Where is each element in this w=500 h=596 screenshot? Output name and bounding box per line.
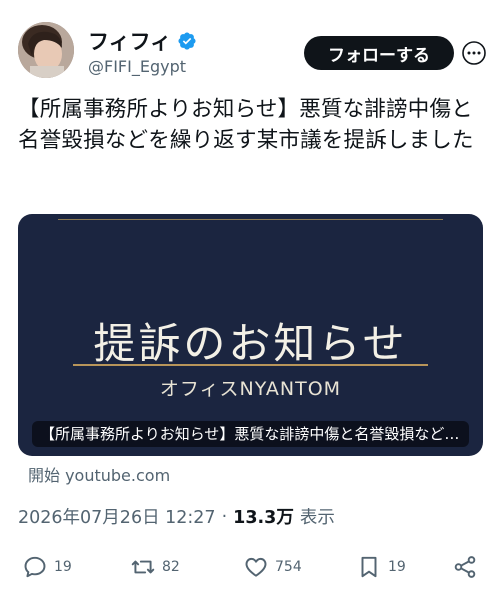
verified-badge-icon <box>178 32 196 50</box>
retweet-icon <box>131 560 155 574</box>
link-card[interactable]: 提訴のお知らせ オフィスNYANTOM 【所属事務所よりお知らせ】悪質な誹謗中傷… <box>18 214 483 456</box>
card-subtitle: オフィスNYANTOM <box>159 378 342 400</box>
views-label: 表示 <box>299 508 335 528</box>
retweet-button[interactable]: 82 <box>130 554 180 580</box>
author-name-row: フィフィ <box>88 26 197 56</box>
heart-icon <box>245 557 267 577</box>
bookmark-button[interactable]: 19 <box>356 554 406 580</box>
card-title: 提訴のお知らせ <box>93 319 408 368</box>
more-options-button[interactable] <box>461 40 487 66</box>
more-options-icon <box>462 41 486 65</box>
reply-button[interactable]: 19 <box>22 554 72 580</box>
reply-icon <box>24 556 46 578</box>
tweet-meta: 2026年07月26日 12:27 · 13.3万 表示 <box>18 504 335 529</box>
meta-separator: · <box>221 506 228 527</box>
like-button[interactable]: 754 <box>243 554 302 580</box>
share-button[interactable] <box>452 554 478 580</box>
share-icon <box>454 556 476 578</box>
avatar-image <box>18 22 74 78</box>
author-name[interactable]: フィフィ <box>88 26 171 56</box>
author-handle[interactable]: @FIFI_Egypt <box>88 57 186 76</box>
avatar[interactable] <box>18 22 74 78</box>
bookmark-icon <box>361 556 377 578</box>
action-bar: 19 82 754 19 <box>0 554 500 584</box>
bookmark-count: 19 <box>388 559 406 575</box>
retweet-count: 82 <box>162 559 180 575</box>
follow-button[interactable]: フォローする <box>304 36 454 70</box>
views-count: 13.3万 <box>233 508 294 528</box>
card-title-underline <box>73 364 428 366</box>
reply-count: 19 <box>54 559 72 575</box>
timestamp[interactable]: 2026年07月26日 12:27 <box>18 504 216 529</box>
card-caption: 【所属事務所よりお知らせ】悪質な誹謗中傷と名誉毀損などを繰り返す某市議を提訴しま… <box>32 421 469 447</box>
like-count: 754 <box>275 559 302 575</box>
card-top-rule <box>58 219 443 220</box>
card-source[interactable]: 開始 youtube.com <box>28 462 170 486</box>
tweet-text: 【所属事務所よりお知らせ】悪質な誹謗中傷と名誉毀損などを繰り返す某市議を提訴しま… <box>18 97 474 153</box>
